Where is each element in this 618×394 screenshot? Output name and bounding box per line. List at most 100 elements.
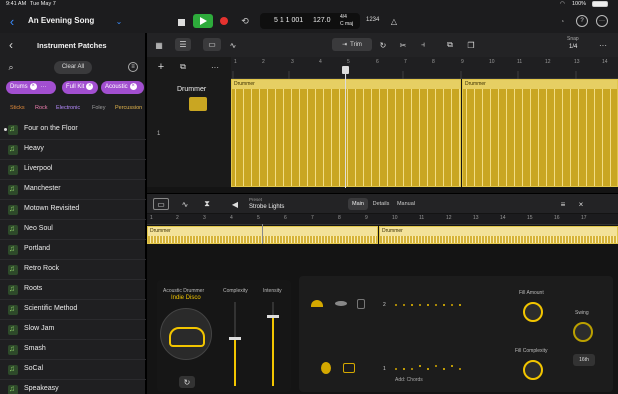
pattern-dot[interactable]	[427, 304, 429, 306]
filter-pill-drums[interactable]: Drums × ···	[6, 81, 56, 94]
metronome-icon[interactable]: △	[388, 15, 400, 27]
pattern-dot[interactable]	[459, 304, 461, 306]
pattern-dot[interactable]	[443, 304, 445, 306]
cycle-icon[interactable]: ⟲	[239, 15, 251, 27]
pattern-dot[interactable]	[443, 368, 445, 370]
search-icon[interactable]: ⌕	[6, 62, 16, 72]
refresh-button[interactable]: ↻	[179, 376, 195, 388]
preset-value[interactable]: Strobe Lights	[249, 204, 284, 210]
drummer-region[interactable]: Drummer	[231, 79, 461, 187]
add-chords-label[interactable]: Add: Chords	[395, 377, 423, 383]
filter-icon[interactable]: ≡	[128, 62, 138, 72]
copy-icon[interactable]: ⧉	[444, 39, 456, 51]
duplicate-icon[interactable]: ❐	[465, 39, 477, 51]
editor-region[interactable]: Drummer	[379, 226, 618, 244]
drum-kit-image[interactable]	[160, 308, 212, 360]
tambourine-icon[interactable]	[321, 362, 331, 374]
shaker-icon[interactable]	[357, 299, 365, 309]
lcd-display[interactable]: 5 1 1 001 127.0 4/4 C maj	[260, 13, 360, 29]
remove-filter-icon[interactable]: ×	[29, 82, 37, 90]
hihat-icon[interactable]	[335, 301, 347, 306]
play-button[interactable]	[193, 14, 213, 28]
tab-main[interactable]: Main	[348, 198, 368, 210]
tag-rock[interactable]: Rock	[35, 105, 48, 111]
playhead[interactable]	[345, 68, 346, 188]
pattern-dot[interactable]	[435, 304, 437, 306]
editor-fader-icon[interactable]: ⧗	[201, 198, 213, 210]
pattern-dot[interactable]	[419, 304, 421, 306]
count-in-button[interactable]: 1234	[366, 17, 379, 23]
list-item[interactable]: Roots	[0, 280, 146, 300]
mixer-icon[interactable]: ☰	[175, 38, 191, 51]
swing-knob[interactable]	[573, 322, 593, 342]
add-track-icon[interactable]: +	[155, 61, 167, 73]
pattern-dot[interactable]	[403, 368, 405, 370]
editor-view-icon[interactable]: ▭	[153, 198, 169, 210]
more-icon[interactable]: ···	[41, 84, 47, 90]
pattern-dot[interactable]	[395, 368, 397, 370]
list-item[interactable]: Motown Revisited	[0, 200, 146, 220]
remove-filter-icon[interactable]: ×	[129, 82, 137, 90]
track-name[interactable]: Drummer	[177, 86, 206, 93]
list-item[interactable]: Slow Jam	[0, 320, 146, 340]
remove-filter-icon[interactable]: ×	[86, 82, 94, 90]
fill-complexity-knob[interactable]	[523, 360, 543, 380]
list-item[interactable]: Manchester	[0, 180, 146, 200]
clear-all-button[interactable]: Clear All	[54, 61, 92, 74]
pattern-dot[interactable]	[411, 368, 413, 370]
tag-electronic[interactable]: Electronic	[56, 105, 80, 111]
timeline-ruler[interactable]: 1 2 3 4 5 6 7 8 9 10 11 12 13 14	[231, 57, 618, 79]
list-add-icon[interactable]: ≡	[557, 198, 569, 210]
editor-toggle-icon[interactable]: ▭	[203, 38, 221, 51]
list-item[interactable]: Smash	[0, 340, 146, 360]
filter-pill-full-kit[interactable]: Full Kit ×	[62, 81, 98, 94]
list-item[interactable]: SoCal	[0, 360, 146, 380]
list-item[interactable]: Heavy	[0, 140, 146, 160]
drummer-genre[interactable]: Indie Disco	[171, 295, 201, 301]
list-item[interactable]: Portland	[0, 240, 146, 260]
scissors-icon[interactable]: ✂	[397, 39, 409, 51]
stop-button[interactable]	[175, 16, 187, 28]
editor-automation-icon[interactable]: ∿	[179, 198, 191, 210]
fill-amount-knob[interactable]	[523, 302, 543, 322]
more-icon[interactable]: ···	[596, 15, 608, 27]
pattern-dot[interactable]	[419, 365, 421, 367]
list-item[interactable]: Retro Rock	[0, 260, 146, 280]
editor-ruler[interactable]: 1 2 3 4 5 6 7 8 9 10 11 12 13 14 15 16 1…	[147, 214, 618, 225]
list-item[interactable]: Liverpool	[0, 160, 146, 180]
pattern-dot[interactable]	[459, 368, 461, 370]
tab-details[interactable]: Details	[371, 198, 391, 210]
track-settings-icon[interactable]: ⧉	[177, 61, 189, 73]
more-options-icon[interactable]: ···	[597, 39, 609, 51]
list-item[interactable]: Four on the Floor	[0, 120, 146, 140]
list-item[interactable]: Speakeasy	[0, 380, 146, 394]
pattern-dot[interactable]	[395, 304, 397, 306]
sidebar-back-icon[interactable]: ‹	[6, 38, 16, 52]
filter-pill-acoustic[interactable]: Acoustic ×	[101, 81, 144, 94]
complexity-slider-thumb[interactable]	[229, 337, 241, 340]
loop-icon[interactable]: ↻	[377, 39, 389, 51]
chevron-down-icon[interactable]: ⌄	[114, 16, 124, 26]
pattern-dot[interactable]	[411, 304, 413, 306]
record-button[interactable]	[219, 16, 229, 26]
pattern-dot[interactable]	[451, 365, 453, 367]
automation-icon[interactable]: ∿	[227, 39, 239, 51]
back-chevron-icon[interactable]: ‹	[6, 14, 18, 29]
pattern-dot[interactable]	[427, 368, 429, 370]
tag-foley[interactable]: Foley	[92, 105, 105, 111]
project-title[interactable]: An Evening Song	[28, 16, 94, 25]
snap-value[interactable]: 1/4	[569, 44, 577, 50]
track-more-icon[interactable]: ···	[209, 61, 221, 73]
tag-percussion[interactable]: Percussion	[115, 105, 142, 111]
playhead-handle[interactable]	[342, 66, 349, 74]
cymbal-icon[interactable]	[311, 300, 323, 307]
snare-icon[interactable]	[343, 363, 355, 373]
editor-playhead[interactable]	[262, 224, 263, 244]
list-item[interactable]: Neo Soul	[0, 220, 146, 240]
help-icon[interactable]: ?	[576, 15, 588, 27]
trim-button[interactable]: ⇥ Trim	[332, 38, 372, 51]
settings-icon[interactable]: ◔	[556, 15, 568, 27]
tab-manual[interactable]: Manual	[395, 198, 417, 210]
drummer-region[interactable]: Drummer	[462, 79, 618, 187]
speaker-icon[interactable]: ◀	[229, 198, 241, 210]
